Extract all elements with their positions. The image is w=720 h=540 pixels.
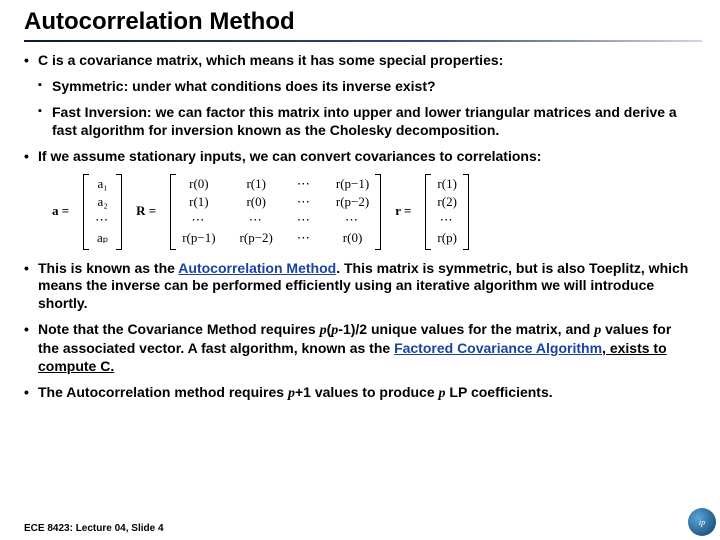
slide-footer: ECE 8423: Lecture 04, Slide 4 <box>24 523 164 534</box>
text: values to produce <box>311 384 439 400</box>
r-cell: ⋯ <box>437 212 457 229</box>
expr: +1 <box>295 384 311 400</box>
vector-r: r(1) r(2) ⋯ r(p) <box>425 174 469 250</box>
R-cell: r(p−2) <box>240 230 273 247</box>
matrix-equations: a = a₁ a₂ ⋯ aₚ R = r(0) r(1) ⋯ r(p−1) r(… <box>52 174 696 250</box>
bullet-1a: Symmetric: under what conditions does it… <box>38 78 696 96</box>
expr: p <box>320 323 327 338</box>
term-autocorrelation: Autocorrelation Method <box>178 260 336 276</box>
a-cell: a₁ <box>95 176 110 193</box>
term-factored-cov: Factored Covariance Algorithm <box>394 340 602 356</box>
r-cell: r(1) <box>437 176 457 193</box>
text: The Autocorrelation method requires <box>38 384 288 400</box>
r-cell: r(p) <box>437 230 457 247</box>
a-cell: a₂ <box>95 194 110 211</box>
expr: p <box>439 386 446 401</box>
R-cell: r(0) <box>182 176 215 193</box>
bullet-4: Note that the Covariance Method requires… <box>24 321 696 376</box>
R-cell: r(p−1) <box>336 176 369 193</box>
bullet-1b: Fast Inversion: we can factor this matri… <box>38 104 696 140</box>
expr: -1)/2 <box>338 321 367 337</box>
vector-a-label: a = <box>52 203 69 220</box>
R-cell: ⋯ <box>297 212 312 229</box>
R-cell: ⋯ <box>240 212 273 229</box>
R-cell: r(p−1) <box>182 230 215 247</box>
text: LP coefficients. <box>446 384 553 400</box>
bullet-1: C is a covariance matrix, which means it… <box>24 52 696 70</box>
text: Note that the Covariance Method requires <box>38 321 320 337</box>
text: This is known as the <box>38 260 178 276</box>
bullet-3: This is known as the Autocorrelation Met… <box>24 260 696 314</box>
R-cell: r(p−2) <box>336 194 369 211</box>
R-cell: r(1) <box>182 194 215 211</box>
slide-title: Autocorrelation Method <box>0 0 720 40</box>
title-rule <box>24 40 702 42</box>
vector-a: a₁ a₂ ⋯ aₚ <box>83 174 122 250</box>
vector-r-label: r = <box>395 203 411 220</box>
r-cell: r(2) <box>437 194 457 211</box>
expr: p <box>288 386 295 401</box>
R-cell: ⋯ <box>336 212 369 229</box>
bullet-2: If we assume stationary inputs, we can c… <box>24 148 696 166</box>
R-cell: r(1) <box>240 176 273 193</box>
R-cell: r(0) <box>240 194 273 211</box>
R-cell: ⋯ <box>182 212 215 229</box>
logo-icon: ip <box>688 508 716 536</box>
R-cell: ⋯ <box>297 194 312 211</box>
R-cell: ⋯ <box>297 176 312 193</box>
slide-content: C is a covariance matrix, which means it… <box>0 52 720 403</box>
R-cell: r(0) <box>336 230 369 247</box>
text: unique values for the matrix, and <box>367 321 594 337</box>
logo-text: ip <box>699 518 705 527</box>
a-cell: aₚ <box>95 230 110 247</box>
bullet-5: The Autocorrelation method requires p+1 … <box>24 384 696 403</box>
R-cell: ⋯ <box>297 230 312 247</box>
a-cell: ⋯ <box>95 212 110 229</box>
matrix-R-label: R = <box>136 203 156 220</box>
matrix-R: r(0) r(1) ⋯ r(p−1) r(1) r(0) ⋯ r(p−2) ⋯ … <box>170 174 381 250</box>
